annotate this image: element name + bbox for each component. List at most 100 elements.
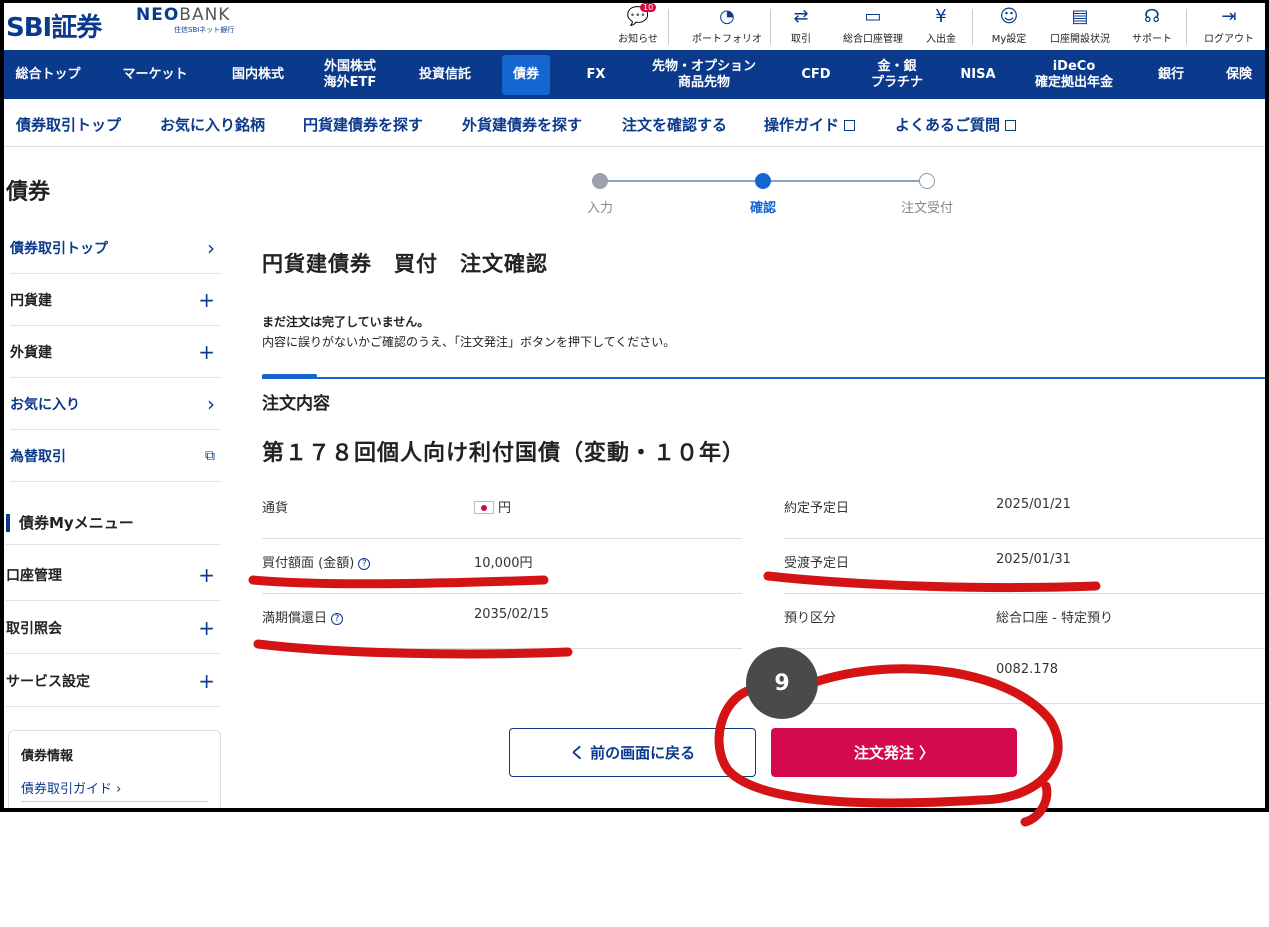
sidebar-item-1[interactable]: 円貨建 + [10, 274, 221, 326]
subnav-item-3[interactable]: 外貨建債券を探す [462, 114, 582, 135]
util-pie-chart[interactable]: ◔ ポートフォリオ [682, 3, 772, 45]
util-headset[interactable]: ☊ サポート [1125, 3, 1179, 45]
detail-key: 満期償還日? [262, 607, 344, 626]
detail-key: 受渡予定日 [784, 556, 850, 571]
util-logout[interactable]: ⇥ ログアウト [1196, 3, 1262, 45]
order-details-heading: 注文内容 [262, 394, 330, 414]
logout-icon: ⇥ [1221, 6, 1237, 27]
account-icon: ▭ [864, 6, 882, 27]
section-divider [262, 377, 1265, 379]
nav-item-7[interactable]: 先物・オプション 商品先物 [634, 50, 774, 99]
nav-item-0[interactable]: 総合トップ [4, 50, 92, 99]
sbi-logo[interactable]: SBI証券 [6, 7, 102, 44]
subnav-item-6[interactable]: よくあるご質問 [895, 114, 1017, 135]
place-order-button[interactable]: 注文発注 〉 [771, 728, 1017, 777]
section-divider-accent [262, 374, 317, 378]
nav-item-13[interactable]: 保険 [1208, 50, 1265, 99]
neobank-logo[interactable]: NEOBANK 住信SBIネット銀行 [136, 5, 234, 35]
nav-item-3[interactable]: 外国株式 海外ETF [306, 50, 394, 99]
my-menu-item-label: サービス設定 [6, 673, 90, 690]
nav-item-1[interactable]: マーケット [112, 50, 198, 99]
top-header: SBI証券 NEOBANK 住信SBIネット銀行 💬 10 お知らせ ◔ ポートフォリオ… [4, 3, 1265, 50]
main-navigation: 総合トップ マーケット 国内株式 外国株式 海外ETF 投資信託 債券 FX 先物・オプション… [4, 50, 1265, 99]
detail-value-text: 2035/02/15 [474, 607, 549, 622]
yen-icon: ¥ [935, 6, 947, 27]
util-yen[interactable]: ¥ 入出金 [919, 3, 963, 45]
subnav-item-4[interactable]: 注文を確認する [622, 114, 727, 135]
bond-info-box: 債券情報 債券取引ガイド › [8, 730, 221, 808]
subnav-item-0[interactable]: 債券取引トップ [16, 114, 121, 135]
neobank-logo-bank: BANK [179, 5, 231, 25]
step-accepted-label: 注文受付 [900, 201, 953, 216]
bond-my-menu-heading: 債券Myメニュー [6, 501, 221, 545]
status-icon: ▤ [1071, 6, 1089, 27]
stepper-line-1 [600, 180, 762, 182]
detail-key: 約定予定日 [784, 501, 850, 516]
util-separator [770, 9, 771, 45]
sidebar-item-4[interactable]: 為替取引 ⧉ [10, 430, 221, 482]
util-user-settings[interactable]: ☺ My設定 [984, 3, 1034, 45]
my-menu-item-label: 取引照会 [6, 620, 62, 637]
util-separator [1186, 9, 1187, 45]
nav-item-9[interactable]: 金・銀 プラチナ [856, 50, 938, 99]
japan-flag-icon [474, 501, 494, 514]
my-menu-item-label: 口座管理 [6, 567, 62, 584]
util-account[interactable]: ▭ 総合口座管理 [833, 3, 913, 45]
util-bell[interactable]: 💬 10 お知らせ [610, 3, 666, 45]
detail-row-right-1: 受渡予定日 2025/01/31 [784, 538, 1265, 594]
sidebar-item-2[interactable]: 外貨建 + [10, 326, 221, 378]
bond-sub-navigation: 債券取引トップ お気に入り銘柄 円貨建債券を探す 外貨建債券を探す 注文を確認する 操作ガ… [4, 99, 1265, 147]
nav-item-8[interactable]: CFD [784, 50, 848, 99]
detail-row-left-2: 満期償還日? 2035/02/15 [262, 593, 742, 649]
help-icon[interactable]: ? [358, 558, 371, 570]
nav-item-12[interactable]: 銀行 [1144, 50, 1198, 99]
nav-item-5[interactable]: 債券 [502, 55, 550, 95]
subnav-label: 外貨建債券を探す [462, 116, 583, 134]
util-label: お知らせ [618, 34, 658, 45]
my-menu-item-0[interactable]: 口座管理 + [6, 549, 221, 601]
nav-item-10[interactable]: NISA [948, 50, 1008, 99]
sidebar-item-label: 為替取引 [10, 448, 66, 465]
sidebar-item-label: 円貨建 [10, 292, 52, 309]
neobank-logo-sub: 住信SBIネット銀行 [174, 26, 235, 34]
subnav-label: 操作ガイド [764, 116, 840, 134]
help-icon[interactable]: ? [331, 613, 344, 625]
browser-screenshot: SBI証券 NEOBANK 住信SBIネット銀行 💬 10 お知らせ ◔ ポートフォリオ… [0, 0, 1269, 812]
util-label: My設定 [991, 34, 1027, 45]
detail-key: 通貨 [262, 497, 288, 516]
step-number-badge: 9 [746, 647, 818, 719]
step-input-label: 入力 [586, 201, 613, 216]
plus-icon: + [198, 615, 215, 640]
subnav-label: お気に入り銘柄 [160, 116, 266, 134]
external-link-icon [844, 120, 856, 131]
util-status[interactable]: ▤ 口座開設状況 [1040, 3, 1120, 45]
plus-icon: + [198, 562, 215, 587]
detail-row-left-1: 買付額面 (金額)? 10,000円 [262, 538, 742, 594]
nav-item-11[interactable]: iDeCo 確定拠出年金 [1016, 50, 1132, 99]
detail-value-text: 10,000円 [474, 556, 533, 571]
plus-icon: + [198, 668, 215, 693]
subnav-label: 債券取引トップ [16, 116, 122, 134]
sidebar-item-3[interactable]: お気に入り › [10, 378, 221, 430]
notification-count-badge: 10 [640, 3, 657, 12]
detail-value: 総合口座 - 特定預り [996, 611, 1113, 626]
subnav-item-1[interactable]: お気に入り銘柄 [160, 114, 265, 135]
sidebar-item-0[interactable]: 債券取引トップ › [10, 222, 221, 274]
subnav-item-5[interactable]: 操作ガイド [764, 114, 856, 135]
detail-key-text: 買付額面 (金額) [262, 556, 355, 571]
nav-item-6[interactable]: FX [570, 50, 622, 99]
nav-item-4[interactable]: 投資信託 [404, 50, 486, 99]
nav-item-2[interactable]: 国内株式 [218, 50, 298, 99]
step-confirm-label: 確認 [749, 201, 776, 216]
detail-row-right-2: 預り区分 総合口座 - 特定預り [784, 593, 1265, 649]
back-button[interactable]: く 前の画面に戻る [509, 728, 756, 777]
my-menu-item-2[interactable]: サービス設定 + [6, 655, 221, 707]
my-menu-item-1[interactable]: 取引照会 + [6, 602, 221, 654]
util-label: サポート [1132, 34, 1172, 45]
detail-key: 預り区分 [784, 611, 837, 626]
chevron-right-icon: › [207, 391, 215, 416]
transfer-icon: ⇄ [793, 6, 809, 27]
util-transfer[interactable]: ⇄ 取引 [786, 3, 816, 45]
subnav-item-2[interactable]: 円貨建債券を探す [303, 114, 423, 135]
bond-guide-link[interactable]: 債券取引ガイド › [21, 778, 208, 802]
